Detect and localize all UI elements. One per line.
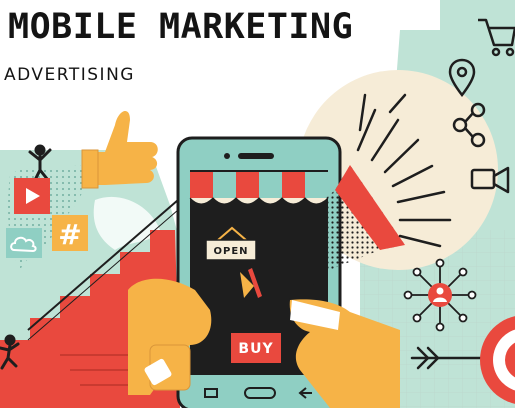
page-subtitle: ADVERTISING xyxy=(4,65,135,85)
buy-button[interactable]: BUY xyxy=(231,333,281,363)
hashtag-glyph: # xyxy=(58,218,81,251)
cloud-icon xyxy=(6,228,42,258)
buy-button-label: BUY xyxy=(238,341,273,357)
thumbs-up-icon xyxy=(81,110,158,189)
illustration: # OPEN BUY MOBILE MARKETING ADVERTISING xyxy=(0,0,515,408)
marketing-illustration: # OPEN BUY xyxy=(0,0,515,408)
open-sign-label: OPEN xyxy=(213,246,248,257)
user-network-icon xyxy=(403,258,477,332)
hashtag-icon: # xyxy=(52,215,88,251)
play-icon xyxy=(14,178,50,214)
page-title: MOBILE MARKETING xyxy=(8,7,354,47)
